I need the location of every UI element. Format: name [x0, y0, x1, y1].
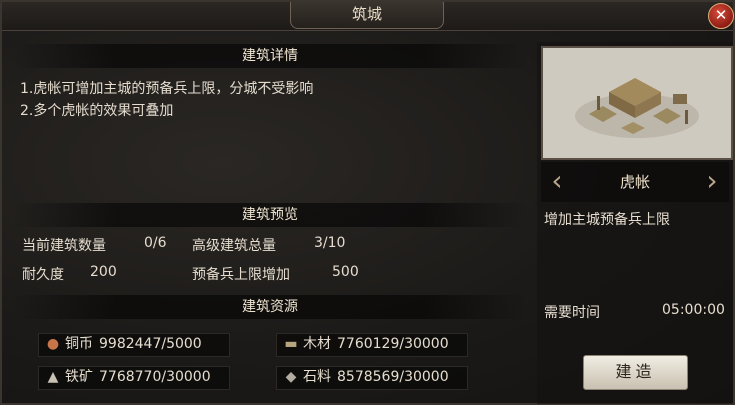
tent-camp-icon	[575, 78, 699, 138]
resource-value: 7768770/30000	[99, 369, 211, 385]
building-description: 增加主城预备兵上限	[544, 212, 670, 228]
resources-header: 建筑资源	[12, 295, 528, 319]
copper-coin-icon: ●	[46, 336, 60, 352]
building-name: 虎帐	[541, 162, 729, 202]
preview-header: 建筑预览	[12, 203, 528, 227]
resource-stone: ◆ 石料 8578569/30000	[276, 366, 468, 390]
next-building-arrow[interactable]: ›	[702, 166, 722, 196]
details-header: 建筑详情	[12, 44, 528, 68]
wood-icon: ▬	[284, 336, 298, 352]
window-title: 筑城	[290, 2, 444, 29]
resource-label: 铁矿	[65, 369, 93, 385]
build-window: 筑城 ✕ 建筑详情 1.虎帐可增加主城的预备兵上限，分城不受影响 2.多个虎帐的…	[0, 0, 735, 405]
advanced-total-label: 高级建筑总量	[192, 238, 276, 254]
detail-line-2: 2.多个虎帐的效果可叠加	[20, 103, 174, 119]
resource-label: 石料	[303, 369, 331, 385]
close-button[interactable]: ✕	[708, 3, 734, 29]
resource-label: 铜币	[65, 336, 93, 352]
reserve-increase-value: 500	[332, 264, 359, 280]
resource-label: 木材	[303, 336, 331, 352]
prev-building-arrow[interactable]: ‹	[547, 166, 567, 196]
resource-value: 9982447/5000	[99, 336, 202, 352]
iron-ore-icon: ▲	[47, 369, 59, 385]
resource-value: 7760129/30000	[337, 336, 449, 352]
building-preview-image	[541, 46, 733, 160]
resource-wood: ▬ 木材 7760129/30000	[276, 333, 468, 357]
title-bar: 筑城 ✕	[2, 2, 734, 31]
resource-value: 8578569/30000	[337, 369, 449, 385]
current-count-label: 当前建筑数量	[22, 238, 106, 254]
resource-copper: ● 铜币 9982447/5000	[38, 333, 230, 357]
stone-icon: ◆	[285, 369, 297, 385]
durability-label: 耐久度	[22, 267, 64, 283]
detail-line-1: 1.虎帐可增加主城的预备兵上限，分城不受影响	[20, 81, 314, 97]
advanced-total-value: 3/10	[314, 235, 346, 251]
time-label: 需要时间	[544, 305, 600, 321]
build-button[interactable]: 建造	[583, 355, 688, 390]
durability-value: 200	[90, 264, 117, 280]
resource-iron: ▲ 铁矿 7768770/30000	[38, 366, 230, 390]
time-value: 05:00:00	[662, 302, 725, 318]
current-count-value: 0/6	[144, 235, 167, 251]
reserve-increase-label: 预备兵上限增加	[192, 267, 290, 283]
